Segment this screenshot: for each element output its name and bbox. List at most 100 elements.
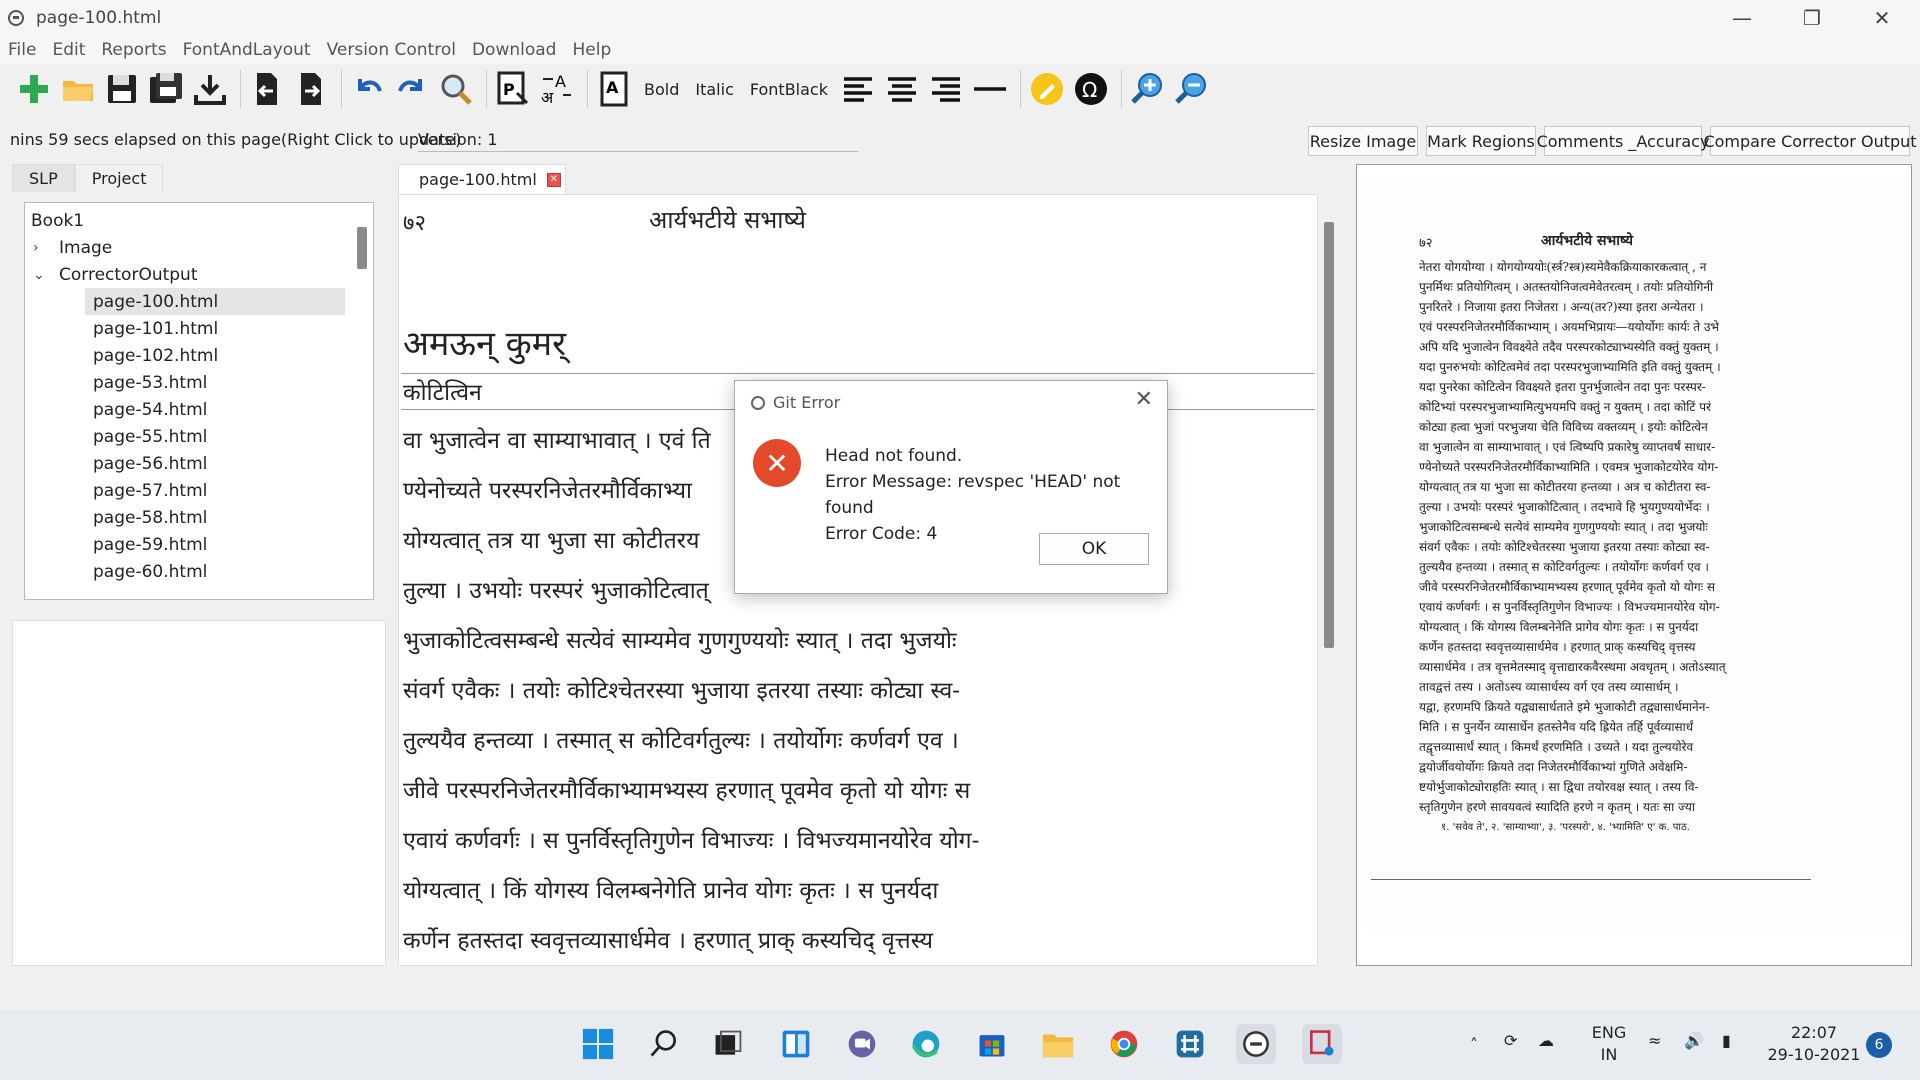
tab-slp[interactable]: SLP (12, 164, 75, 192)
menu-edit[interactable]: Edit (52, 40, 85, 60)
transliterate-icon[interactable]: अA (537, 69, 577, 109)
teams-chat-icon[interactable] (842, 1024, 882, 1064)
dialog-message: Head not found. Error Message: revspec '… (825, 443, 1167, 547)
save-icon[interactable] (102, 69, 142, 109)
menu-reports[interactable]: Reports (101, 40, 166, 60)
snipping-tool-icon[interactable] (1302, 1024, 1342, 1064)
horizontal-rule-icon[interactable] (970, 69, 1010, 109)
elapsed-time-label[interactable]: nins 59 secs elapsed on this page(Right … (10, 130, 461, 149)
tree-folder-corrector-output[interactable]: ⌄ CorrectorOutput (25, 261, 373, 288)
tree-file[interactable]: page-101.html (25, 315, 373, 342)
language-indicator[interactable]: ENG IN (1584, 1022, 1634, 1066)
tree-file[interactable]: page-102.html (25, 342, 373, 369)
tree-scrollbar[interactable] (357, 227, 367, 269)
align-right-icon[interactable] (926, 69, 966, 109)
tree-root[interactable]: Book1 (25, 207, 373, 234)
dialog-line: Head not found. (825, 446, 963, 466)
clock[interactable]: 22:07 29-10-2021 (1766, 1022, 1862, 1066)
svg-text:अ: अ (541, 88, 554, 107)
edge-browser-icon[interactable] (906, 1024, 946, 1064)
menu-file[interactable]: File (8, 40, 36, 60)
pdf-export-icon[interactable]: P (493, 69, 533, 109)
tree-file[interactable]: page-59.html (25, 531, 373, 558)
close-icon[interactable]: ✕ (1135, 387, 1153, 412)
chevron-right-icon[interactable]: › (33, 240, 49, 256)
windows-start-icon[interactable] (578, 1024, 618, 1064)
tree-file[interactable]: page-54.html (25, 396, 373, 423)
new-icon[interactable] (14, 69, 54, 109)
text-line: जीवे परस्परनिजेतरमौर्विकाभ्यामभ्यस्य हरण… (403, 778, 971, 804)
text-line: योग्यत्वात् । किं योगस्य विलम्बनेगेति प्… (403, 878, 939, 904)
editor-scrollbar[interactable] (1324, 222, 1334, 648)
tree-file[interactable]: page-60.html (25, 558, 373, 585)
toolbar: P अA A Bold Italic FontBlack Ω (0, 64, 1920, 114)
text-line: कर्णेन हतस्तदा स्ववृत्तव्यासार्धमेव । हर… (403, 928, 933, 954)
save-all-icon[interactable] (146, 69, 186, 109)
cloud-icon[interactable]: ☁ (1538, 1030, 1554, 1052)
restore-icon[interactable]: ❐ (1782, 0, 1842, 36)
search-icon[interactable] (644, 1024, 684, 1064)
notification-badge[interactable]: 6 (1866, 1032, 1892, 1058)
scanned-image-panel[interactable]: ७२ आर्यभटीये सभाष्ये नेतरा योगयोग्या । य… (1356, 164, 1912, 966)
tree-file[interactable]: page-53.html (25, 369, 373, 396)
fontblack-button[interactable]: FontBlack (744, 69, 834, 109)
align-center-icon[interactable] (882, 69, 922, 109)
tree-file[interactable]: page-56.html (25, 450, 373, 477)
menu-download[interactable]: Download (472, 40, 557, 60)
scan-line: कोट्या हत्वा भुजां परभुजया चेति विविच्य … (1419, 420, 1708, 434)
download-icon[interactable] (190, 69, 230, 109)
comments-accuracy-button[interactable]: Comments _Accuracy (1537, 126, 1709, 156)
scan-line: मिति । स पुनर्येन व्यासार्धेन हतस्तेनैव … (1419, 720, 1694, 734)
tab-project[interactable]: Project (74, 164, 164, 192)
zoom-in-icon[interactable] (1128, 69, 1168, 109)
open-folder-icon[interactable] (58, 69, 98, 109)
chrome-icon[interactable] (1104, 1024, 1144, 1064)
font-icon[interactable]: A (594, 69, 634, 109)
menu-fontandlayout[interactable]: FontAndLayout (183, 40, 311, 60)
sync-icon[interactable]: ⟳ (1504, 1030, 1517, 1052)
wifi-icon[interactable]: ≈ (1648, 1030, 1661, 1052)
tree-file[interactable]: page-58.html (25, 504, 373, 531)
mark-regions-button[interactable]: Mark Regions (1426, 126, 1536, 156)
compare-corrector-output-button[interactable]: Compare Corrector Output (1703, 126, 1917, 156)
editor-tab[interactable]: page-100.html ✕ (398, 164, 566, 194)
editor-tab-label: page-100.html (419, 170, 537, 189)
undo-icon[interactable] (348, 69, 388, 109)
zoom-out-icon[interactable] (1172, 69, 1212, 109)
find-icon[interactable] (436, 69, 476, 109)
close-tab-icon[interactable]: ✕ (546, 172, 561, 187)
export-left-icon[interactable] (247, 69, 287, 109)
tree-file[interactable]: page-55.html (25, 423, 373, 450)
chevron-down-icon[interactable]: ⌄ (33, 267, 49, 283)
ok-button[interactable]: OK (1039, 533, 1149, 565)
clock-time: 22:07 (1790, 1023, 1838, 1042)
redo-icon[interactable] (392, 69, 432, 109)
ocr-app-icon[interactable] (1236, 1024, 1276, 1064)
tree-file[interactable]: page-57.html (25, 477, 373, 504)
app-icon (751, 395, 765, 410)
scan-line: वा भुजात्वेन वा साम्याभावात् । एवं त्विष… (1419, 440, 1716, 454)
resize-image-button[interactable]: Resize Image (1308, 126, 1418, 156)
volume-icon[interactable]: 🔊 (1684, 1030, 1704, 1052)
task-view-icon[interactable] (708, 1024, 748, 1064)
menu-version-control[interactable]: Version Control (327, 40, 456, 60)
widgets-icon[interactable] (776, 1024, 816, 1064)
slack-icon[interactable] (1170, 1024, 1210, 1064)
italic-button[interactable]: Italic (689, 69, 739, 109)
file-explorer-icon[interactable] (1038, 1024, 1078, 1064)
text-line: एवायं कर्णवर्गः । स पुनर्विस्तृतिगुणेन व… (403, 828, 980, 854)
close-icon[interactable]: ✕ (1852, 0, 1912, 36)
store-icon[interactable] (972, 1024, 1012, 1064)
export-right-icon[interactable] (291, 69, 331, 109)
minimize-icon[interactable]: — (1712, 0, 1772, 36)
special-characters-icon[interactable]: Ω (1071, 69, 1111, 109)
align-left-icon[interactable] (838, 69, 878, 109)
highlighter-icon[interactable] (1027, 69, 1067, 109)
menu-help[interactable]: Help (572, 40, 611, 60)
toolbar-separator (1019, 70, 1021, 108)
tree-folder-image[interactable]: › Image (25, 234, 373, 261)
bold-button[interactable]: Bold (638, 69, 685, 109)
chevron-up-icon[interactable]: ˄ (1470, 1034, 1478, 1056)
tree-file[interactable]: page-100.html (85, 288, 345, 315)
battery-icon[interactable]: ▮ (1722, 1030, 1731, 1052)
